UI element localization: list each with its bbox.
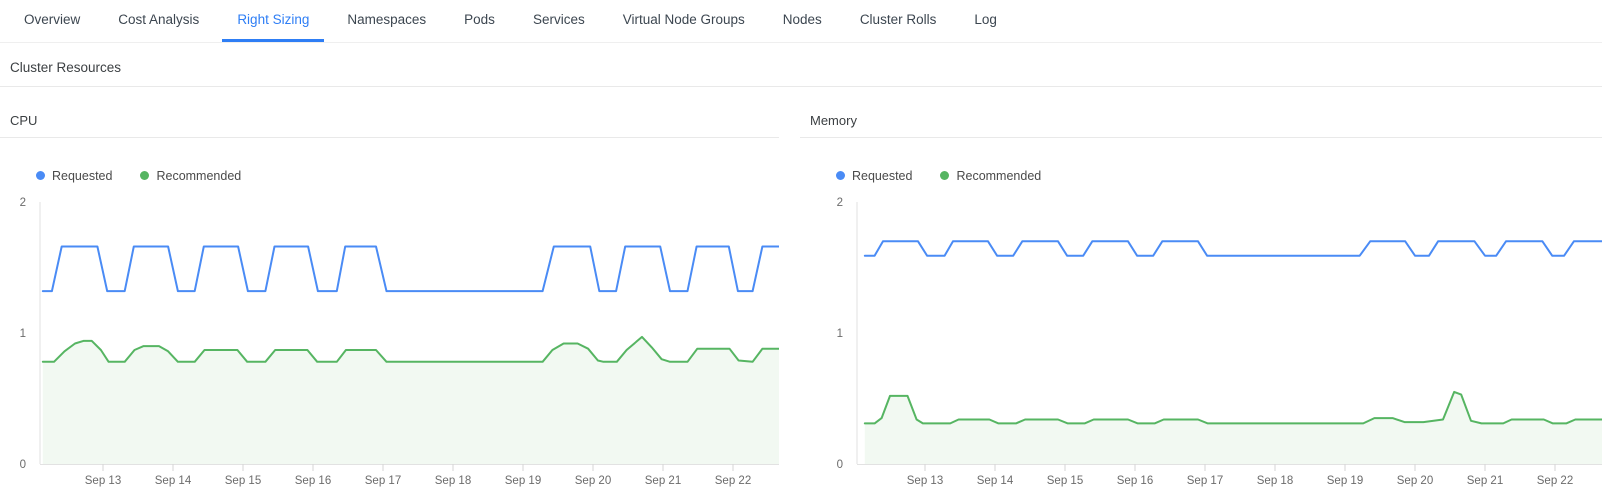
svg-text:Sep 14: Sep 14 <box>155 475 192 487</box>
recommended-series-dot-icon <box>940 171 949 180</box>
svg-text:Sep 15: Sep 15 <box>1047 475 1083 487</box>
svg-text:Sep 14: Sep 14 <box>977 475 1014 487</box>
svg-text:Sep 22: Sep 22 <box>1537 475 1573 487</box>
tab-cost-analysis[interactable]: Cost Analysis <box>103 0 214 42</box>
svg-text:Sep 15: Sep 15 <box>225 475 261 487</box>
svg-text:Sep 16: Sep 16 <box>1117 475 1153 487</box>
svg-text:0: 0 <box>20 459 26 471</box>
tab-bar: Overview Cost Analysis Right Sizing Name… <box>0 0 1602 43</box>
memory-chart-legend: Requested Recommended <box>836 167 1602 184</box>
tab-virtual-node-groups[interactable]: Virtual Node Groups <box>608 0 760 42</box>
tab-cluster-rolls[interactable]: Cluster Rolls <box>845 0 952 42</box>
svg-text:Sep 20: Sep 20 <box>575 475 611 487</box>
tab-namespaces[interactable]: Namespaces <box>332 0 441 42</box>
svg-text:Sep 17: Sep 17 <box>1187 475 1223 487</box>
recommended-series-dot-icon <box>140 171 149 180</box>
requested-series-dot-icon <box>36 171 45 180</box>
cpu-line-chart: Sep 13 Sep 14 Sep 15 Sep 16 Sep 17 Sep 18 Sep … <box>0 189 779 488</box>
cpu-legend-label-requested: Requested <box>52 169 112 183</box>
svg-text:Sep 13: Sep 13 <box>907 475 943 487</box>
svg-text:2: 2 <box>837 197 843 209</box>
svg-text:0: 0 <box>837 459 843 471</box>
cpu-legend-label-recommended: Recommended <box>156 169 241 183</box>
cpu-chart-legend: Requested Recommended <box>36 167 779 184</box>
memory-line-chart: Sep 13 Sep 14 Sep 15 Sep 16 Sep 17 Sep 18 Sep … <box>800 189 1602 488</box>
memory-legend-item-requested[interactable]: Requested <box>836 169 912 183</box>
tab-services[interactable]: Services <box>518 0 600 42</box>
memory-legend-item-recommended[interactable]: Recommended <box>940 169 1041 183</box>
tab-log[interactable]: Log <box>959 0 1012 42</box>
svg-text:Sep 21: Sep 21 <box>1467 475 1503 487</box>
svg-text:Sep 17: Sep 17 <box>365 475 401 487</box>
svg-text:Sep 19: Sep 19 <box>505 475 541 487</box>
svg-text:Sep 20: Sep 20 <box>1397 475 1433 487</box>
memory-legend-label-requested: Requested <box>852 169 912 183</box>
tab-overview[interactable]: Overview <box>9 0 95 42</box>
tab-nodes[interactable]: Nodes <box>768 0 837 42</box>
requested-series-dot-icon <box>836 171 845 180</box>
memory-legend-label-recommended: Recommended <box>956 169 1041 183</box>
charts-row: CPU Requested Recommended Sep 13Sep 14Se… <box>0 96 1602 488</box>
svg-text:Sep 18: Sep 18 <box>1257 475 1293 487</box>
tab-right-sizing[interactable]: Right Sizing <box>222 0 324 42</box>
svg-text:Sep 18: Sep 18 <box>435 475 471 487</box>
section-title-cluster-resources: Cluster Resources <box>0 43 1602 87</box>
svg-text:Sep 13: Sep 13 <box>85 475 121 487</box>
cpu-legend-item-recommended[interactable]: Recommended <box>140 169 241 183</box>
svg-text:Sep 22: Sep 22 <box>715 475 751 487</box>
svg-text:Sep 19: Sep 19 <box>1327 475 1363 487</box>
cpu-legend-item-requested[interactable]: Requested <box>36 169 112 183</box>
svg-text:1: 1 <box>837 328 843 340</box>
tab-pods[interactable]: Pods <box>449 0 510 42</box>
svg-text:Sep 21: Sep 21 <box>645 475 681 487</box>
svg-text:1: 1 <box>20 328 26 340</box>
svg-text:Sep 16: Sep 16 <box>295 475 331 487</box>
panel-gap <box>779 96 800 488</box>
cpu-chart-title: CPU <box>0 96 779 138</box>
memory-chart-title: Memory <box>800 96 1602 138</box>
svg-text:2: 2 <box>20 197 26 209</box>
memory-chart-panel: Memory Requested Recommended Sep 13Sep 1… <box>800 96 1602 488</box>
cpu-chart-panel: CPU Requested Recommended Sep 13Sep 14Se… <box>0 96 779 488</box>
